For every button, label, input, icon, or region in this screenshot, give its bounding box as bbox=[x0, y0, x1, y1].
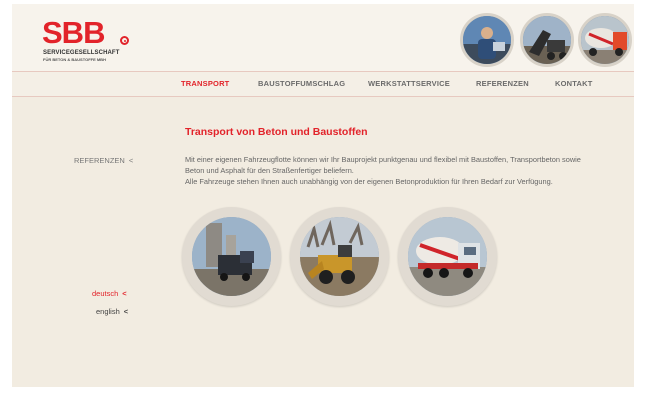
chevron-left-icon: < bbox=[122, 289, 127, 298]
photo-wheel-loader bbox=[290, 207, 389, 306]
header: SBB SERVICEGESELLSCHAFT FÜR BETON & BAUS… bbox=[12, 4, 634, 71]
chevron-left-icon: < bbox=[123, 307, 129, 316]
header-photo-loader bbox=[520, 13, 574, 67]
nav-kontakt[interactable]: KONTAKT bbox=[555, 72, 593, 96]
logo-wordmark: SBB bbox=[42, 15, 105, 50]
chevron-left-icon: < bbox=[128, 156, 134, 165]
header-photo-mixer bbox=[578, 13, 632, 67]
intro-line-2: Beton und Asphalt für den Straßenfertige… bbox=[185, 166, 354, 176]
lang-link-english[interactable]: english < bbox=[96, 307, 128, 316]
company-logo[interactable]: SBB SERVICEGESELLSCHAFT FÜR BETON & BAUS… bbox=[42, 15, 142, 66]
intro-line-1: Mit einer eigenen Fahrzeugflotte können … bbox=[185, 155, 581, 164]
lang-english-label: english bbox=[96, 307, 120, 316]
lang-link-deutsch[interactable]: deutsch < bbox=[92, 289, 127, 298]
logo-mark-icon bbox=[120, 36, 129, 45]
page-title: Transport von Beton und Baustoffen bbox=[185, 126, 368, 138]
sidebar-link-referenzen[interactable]: REFERENZEN < bbox=[74, 156, 133, 165]
nav-werkstattservice[interactable]: WERKSTATTSERVICE bbox=[368, 72, 450, 96]
photo-truck-silo bbox=[182, 207, 281, 306]
nav-baustoffumschlag[interactable]: BAUSTOFFUMSCHLAG bbox=[258, 72, 345, 96]
nav-transport[interactable]: TRANSPORT bbox=[181, 72, 229, 96]
main-nav: TRANSPORT BAUSTOFFUMSCHLAG WERKSTATTSERV… bbox=[12, 71, 634, 97]
intro-line-3: Alle Fahrzeuge stehen Ihnen auch unabhän… bbox=[185, 177, 553, 187]
sidebar-referenzen-label: REFERENZEN bbox=[74, 156, 125, 165]
page: SBB SERVICEGESELLSCHAFT FÜR BETON & BAUS… bbox=[12, 4, 634, 387]
logo-subtitle: SERVICEGESELLSCHAFT bbox=[43, 50, 120, 56]
logo-tagline: FÜR BETON & BAUSTOFFE MBH bbox=[43, 57, 106, 62]
intro-text: Mit einer eigenen Fahrzeugflotte können … bbox=[185, 154, 625, 188]
photo-concrete-mixer bbox=[398, 207, 497, 306]
header-photo-worker bbox=[460, 13, 514, 67]
lang-deutsch-label: deutsch bbox=[92, 289, 119, 298]
nav-referenzen[interactable]: REFERENZEN bbox=[476, 72, 529, 96]
